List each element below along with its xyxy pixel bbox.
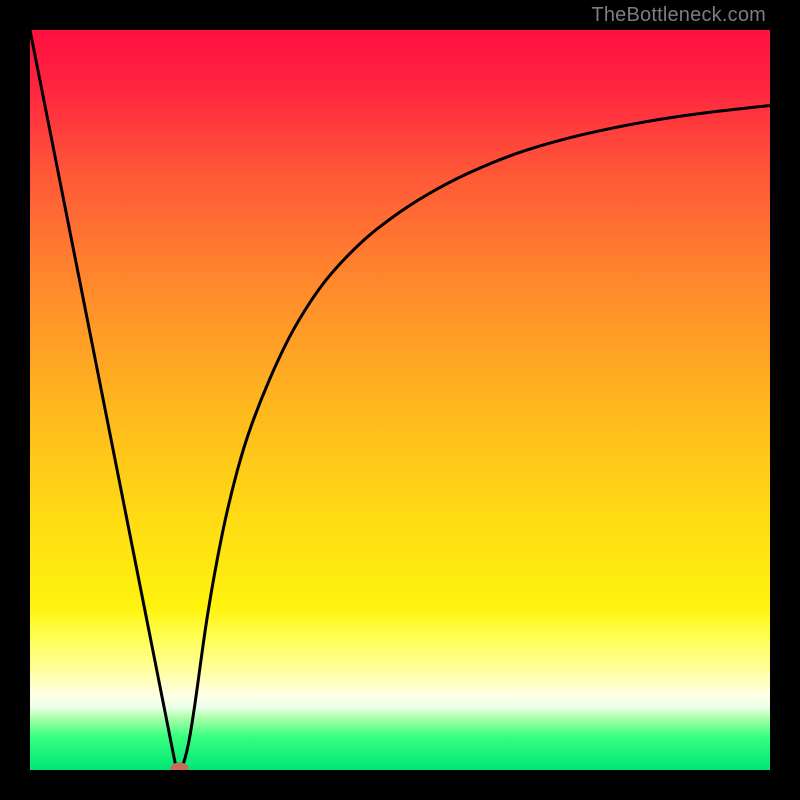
minimum-marker <box>30 30 770 770</box>
bottleneck-chart <box>30 30 770 770</box>
watermark-text: TheBottleneck.com <box>591 4 766 27</box>
